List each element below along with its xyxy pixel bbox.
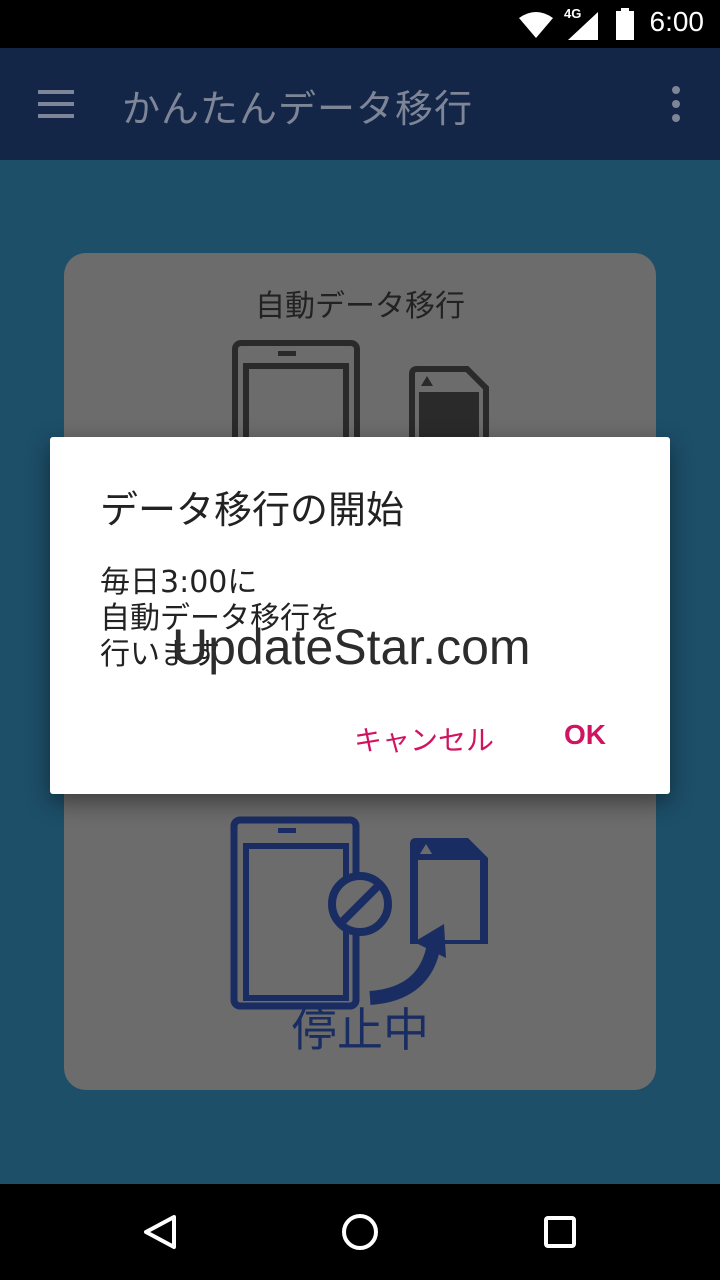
cellular-signal-icon bbox=[568, 12, 598, 40]
more-vertical-icon[interactable] bbox=[666, 84, 686, 124]
navigation-bar bbox=[0, 1184, 720, 1280]
wifi-icon bbox=[519, 12, 553, 38]
battery-icon bbox=[616, 8, 634, 40]
home-icon[interactable] bbox=[340, 1212, 380, 1252]
hamburger-menu-icon[interactable] bbox=[36, 88, 76, 120]
auto-transfer-title: 自動データ移行 bbox=[255, 289, 465, 324]
ok-button[interactable]: OK bbox=[564, 719, 606, 751]
status-label: 停止中 bbox=[291, 1003, 429, 1057]
transfer-stopped-icon bbox=[230, 816, 488, 1010]
app-bar: かんたんデータ移行 bbox=[0, 48, 720, 160]
watermark: UpdateStar.com bbox=[172, 619, 531, 675]
dialog-title: データ移行の開始 bbox=[100, 488, 405, 532]
app-title: かんたんデータ移行 bbox=[122, 87, 474, 131]
back-icon[interactable] bbox=[142, 1214, 178, 1250]
recents-icon[interactable] bbox=[543, 1215, 577, 1249]
status-card[interactable]: 停止中 bbox=[64, 770, 656, 1090]
status-bar: 4G 6:00 bbox=[0, 0, 720, 48]
phone-icon bbox=[232, 340, 360, 450]
cancel-button[interactable]: キャンセル bbox=[354, 719, 494, 759]
confirm-dialog: データ移行の開始 毎日3:00に 自動データ移行を 行います キャンセル OK bbox=[50, 437, 670, 794]
status-time: 6:00 bbox=[649, 6, 705, 37]
